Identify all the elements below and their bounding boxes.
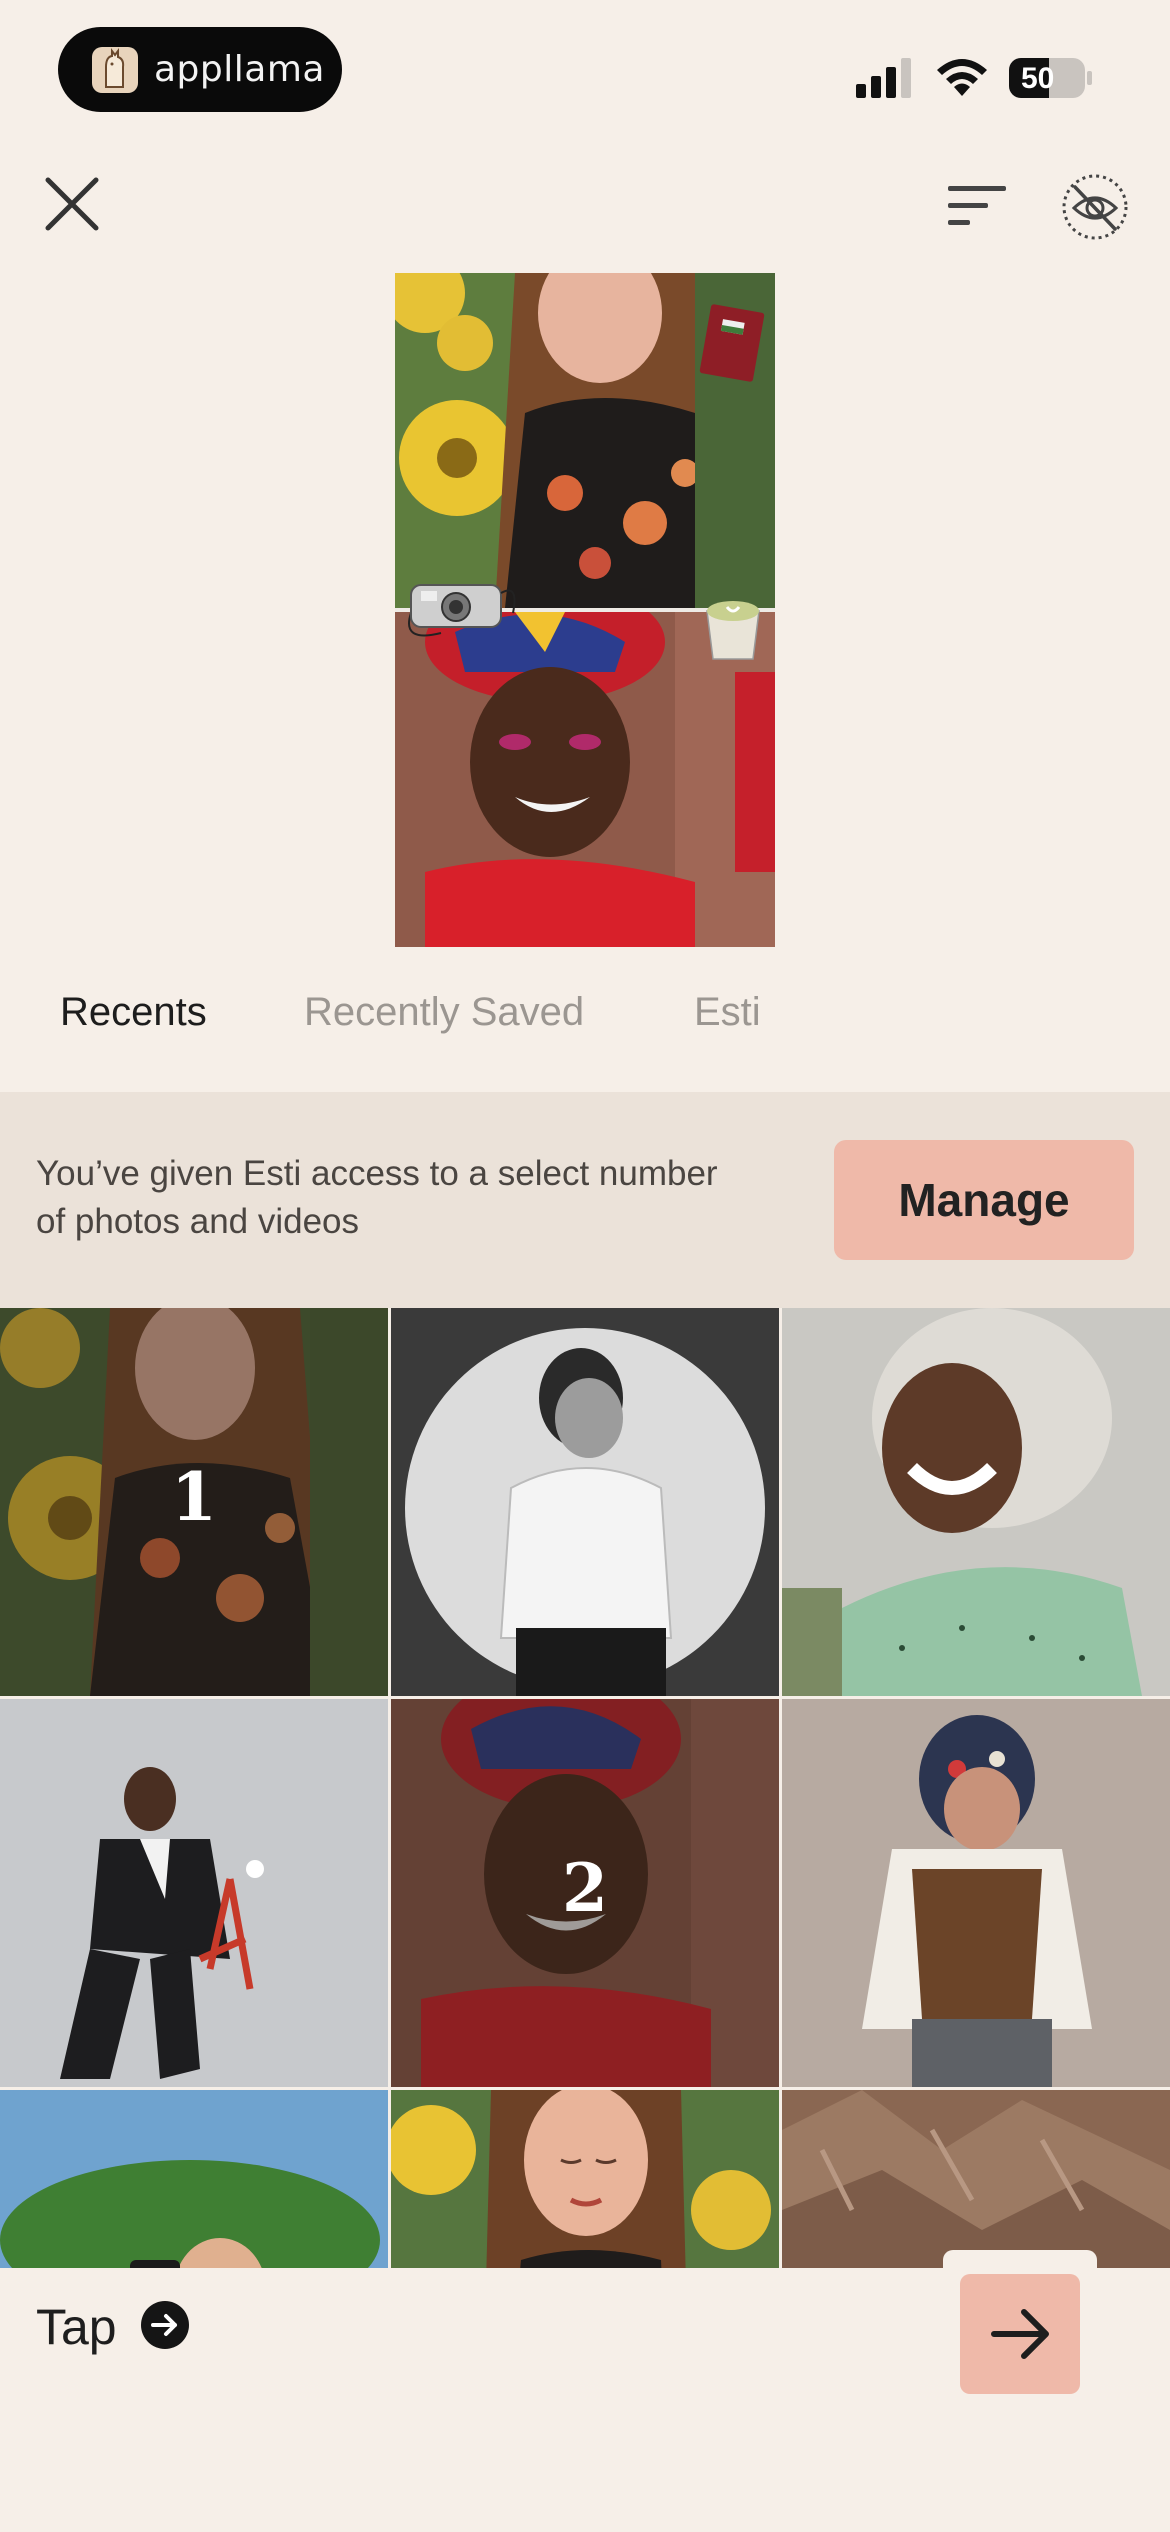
selection-number: 2	[562, 1849, 608, 1927]
photo-thumbnail[interactable]	[782, 2090, 1170, 2268]
manage-access-button[interactable]: Manage	[834, 1140, 1134, 1260]
brand-badge[interactable]: appllama	[58, 27, 342, 112]
wifi-icon	[937, 59, 987, 96]
brand-name: appllama	[154, 49, 325, 90]
coffee-cup-sticker	[706, 601, 760, 660]
selection-number: 1	[171, 1458, 217, 1536]
arrow-right-circle-icon	[141, 2301, 189, 2349]
battery-icon: 50	[1009, 58, 1093, 98]
photo-grid: 1 2	[0, 1308, 1170, 2268]
photo-thumbnail[interactable]	[391, 1308, 779, 1696]
tap-label: Tap	[36, 2299, 117, 2355]
photo-thumbnail[interactable]	[391, 2090, 779, 2268]
tab-recently-saved[interactable]: Recently Saved	[304, 990, 584, 1035]
sort-icon[interactable]	[944, 180, 1012, 232]
photo-thumbnail[interactable]	[0, 1699, 388, 2087]
limited-access-message: You’ve given Esti access to a select num…	[36, 1154, 718, 1241]
tab-recents[interactable]: Recents	[60, 990, 207, 1035]
close-icon[interactable]	[40, 172, 104, 236]
signal-icon	[856, 58, 911, 98]
eye-off-icon[interactable]	[1060, 172, 1130, 242]
photo-thumbnail[interactable]	[0, 2090, 388, 2268]
tab-esti[interactable]: Esti	[694, 990, 761, 1035]
collage-preview[interactable]	[395, 273, 775, 947]
llama-logo-icon	[92, 46, 138, 93]
photo-thumbnail[interactable]	[782, 1699, 1170, 2087]
arrow-right-icon	[991, 2309, 1049, 2359]
next-button[interactable]	[960, 2274, 1080, 2394]
photo-thumbnail[interactable]: 2	[391, 1699, 779, 2087]
camera-sticker	[408, 584, 516, 637]
photo-thumbnail[interactable]: 1	[0, 1308, 388, 1696]
notebook-sticker	[699, 304, 765, 382]
battery-level: 50	[1021, 62, 1055, 95]
photo-thumbnail[interactable]	[782, 1308, 1170, 1696]
